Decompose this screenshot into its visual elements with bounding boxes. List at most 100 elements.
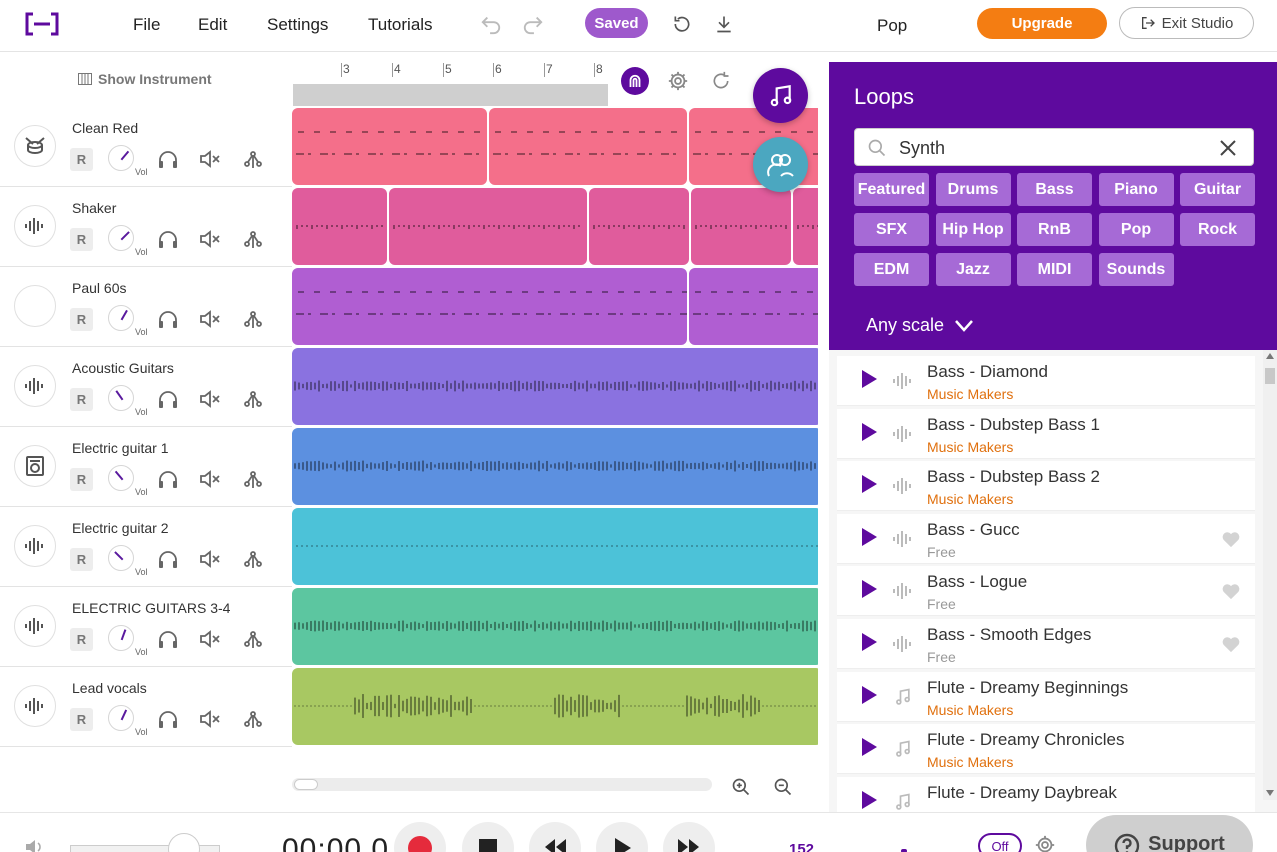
track-name[interactable]: Paul 60s (72, 280, 126, 296)
loop-row[interactable]: Bass - Logue Free (837, 566, 1255, 617)
filter-tag-rock[interactable]: Rock (1180, 213, 1255, 246)
scale-dropdown[interactable]: Any scale (866, 315, 974, 336)
headphones-icon[interactable] (156, 548, 180, 570)
scroll-down-icon[interactable] (1266, 790, 1274, 796)
play-button[interactable] (596, 822, 648, 852)
mute-icon[interactable] (198, 468, 222, 490)
audio-clip[interactable] (292, 188, 387, 265)
track-lane[interactable] (292, 587, 818, 667)
audio-clip[interactable] (589, 188, 689, 265)
audio-clip[interactable] (292, 588, 818, 665)
horizontal-scrollbar[interactable] (292, 778, 712, 791)
play-preview-icon[interactable] (862, 738, 877, 757)
audio-clip[interactable] (689, 268, 818, 345)
show-instrument-button[interactable]: Show Instrument (78, 71, 212, 87)
headphones-icon[interactable] (156, 628, 180, 650)
filter-tag-drums[interactable]: Drums (935, 173, 1011, 206)
waveform-icon[interactable] (14, 365, 56, 407)
exit-studio-button[interactable]: Exit Studio (1119, 7, 1254, 39)
loop-row[interactable]: Bass - Diamond Music Makers (837, 356, 1255, 406)
master-volume-handle[interactable] (168, 833, 200, 852)
headphones-icon[interactable] (156, 468, 180, 490)
filter-tag-jazz[interactable]: Jazz (935, 253, 1011, 286)
record-arm-button[interactable]: R (70, 148, 93, 171)
effects-icon[interactable] (241, 548, 265, 570)
heart-icon[interactable] (1221, 635, 1241, 653)
track-header[interactable]: Paul 60s R Vol (0, 267, 292, 347)
filter-tag-midi[interactable]: MIDI (1017, 253, 1092, 286)
saved-button[interactable]: Saved (585, 8, 648, 38)
headphones-icon[interactable] (156, 148, 180, 170)
volume-knob[interactable] (108, 545, 134, 571)
mute-icon[interactable] (198, 708, 222, 730)
filter-tag-piano[interactable]: Piano (1098, 173, 1174, 206)
bpm-value[interactable]: 152 (789, 841, 814, 852)
audio-clip[interactable] (292, 668, 818, 745)
app-logo[interactable] (24, 11, 60, 37)
filter-tag-rnb[interactable]: RnB (1017, 213, 1092, 246)
magnet-icon[interactable] (621, 67, 649, 95)
loops-scrollbar[interactable] (1263, 350, 1277, 800)
filter-tag-edm[interactable]: EDM (854, 253, 929, 286)
record-arm-button[interactable]: R (70, 388, 93, 411)
record-arm-button[interactable]: R (70, 468, 93, 491)
settings-gear-icon[interactable] (1034, 834, 1056, 852)
waveform-icon[interactable] (14, 525, 56, 567)
loop-row[interactable]: Bass - Gucc Free (837, 513, 1255, 564)
volume-knob[interactable] (108, 705, 134, 731)
track-name[interactable]: Acoustic Guitars (72, 360, 174, 376)
audio-clip[interactable] (292, 348, 818, 425)
track-header[interactable]: Shaker R Vol (0, 187, 292, 267)
upgrade-button[interactable]: Upgrade (977, 8, 1107, 39)
heart-icon[interactable] (1221, 582, 1241, 600)
loops-scroll-thumb[interactable] (1265, 368, 1275, 384)
effects-icon[interactable] (241, 308, 265, 330)
menu-edit[interactable]: Edit (198, 15, 227, 35)
loop-region-bar[interactable] (293, 84, 608, 106)
speaker-icon[interactable] (24, 839, 46, 852)
stop-button[interactable] (462, 822, 514, 852)
scroll-up-icon[interactable] (1266, 353, 1274, 359)
track-name[interactable]: ELECTRIC GUITARS 3-4 (72, 600, 230, 616)
track-name[interactable]: Clean Red (72, 120, 138, 136)
filter-tag-guitar[interactable]: Guitar (1180, 173, 1255, 206)
track-name[interactable]: Electric guitar 2 (72, 520, 168, 536)
record-arm-button[interactable]: R (70, 628, 93, 651)
filter-tag-pop[interactable]: Pop (1098, 213, 1174, 246)
volume-knob[interactable] (108, 225, 134, 251)
redo-icon[interactable] (521, 12, 545, 36)
effects-icon[interactable] (241, 228, 265, 250)
mute-icon[interactable] (198, 548, 222, 570)
track-lane[interactable] (292, 187, 818, 267)
headphones-icon[interactable] (156, 388, 180, 410)
volume-knob[interactable] (108, 385, 134, 411)
play-preview-icon[interactable] (862, 527, 877, 546)
waveform-icon[interactable] (14, 205, 56, 247)
track-name[interactable]: Shaker (72, 200, 116, 216)
track-header[interactable]: ELECTRIC GUITARS 3-4 R Vol (0, 587, 292, 667)
filter-tag-hip-hop[interactable]: Hip Hop (935, 213, 1011, 246)
effects-icon[interactable] (241, 148, 265, 170)
track-header[interactable]: Electric guitar 1 R Vol (0, 427, 292, 507)
track-lane[interactable] (292, 427, 818, 507)
effects-icon[interactable] (241, 388, 265, 410)
menu-settings[interactable]: Settings (267, 15, 328, 35)
play-preview-icon[interactable] (862, 580, 877, 599)
zoom-out-icon[interactable] (772, 776, 794, 798)
waveform-icon[interactable] (14, 605, 56, 647)
mute-icon[interactable] (198, 228, 222, 250)
track-header[interactable]: Lead vocals R Vol (0, 667, 292, 747)
rewind-button[interactable] (529, 822, 581, 852)
volume-knob[interactable] (108, 145, 134, 171)
loop-row[interactable]: Bass - Smooth Edges Free (837, 619, 1255, 669)
record-arm-button[interactable]: R (70, 308, 93, 331)
audio-clip[interactable] (691, 188, 791, 265)
mute-icon[interactable] (198, 388, 222, 410)
volume-knob[interactable] (108, 625, 134, 651)
play-preview-icon[interactable] (862, 790, 877, 809)
fast-forward-button[interactable] (663, 822, 715, 852)
play-preview-icon[interactable] (862, 370, 877, 388)
play-preview-icon[interactable] (862, 633, 877, 651)
menu-file[interactable]: File (133, 15, 160, 35)
track-lane[interactable] (292, 507, 818, 587)
